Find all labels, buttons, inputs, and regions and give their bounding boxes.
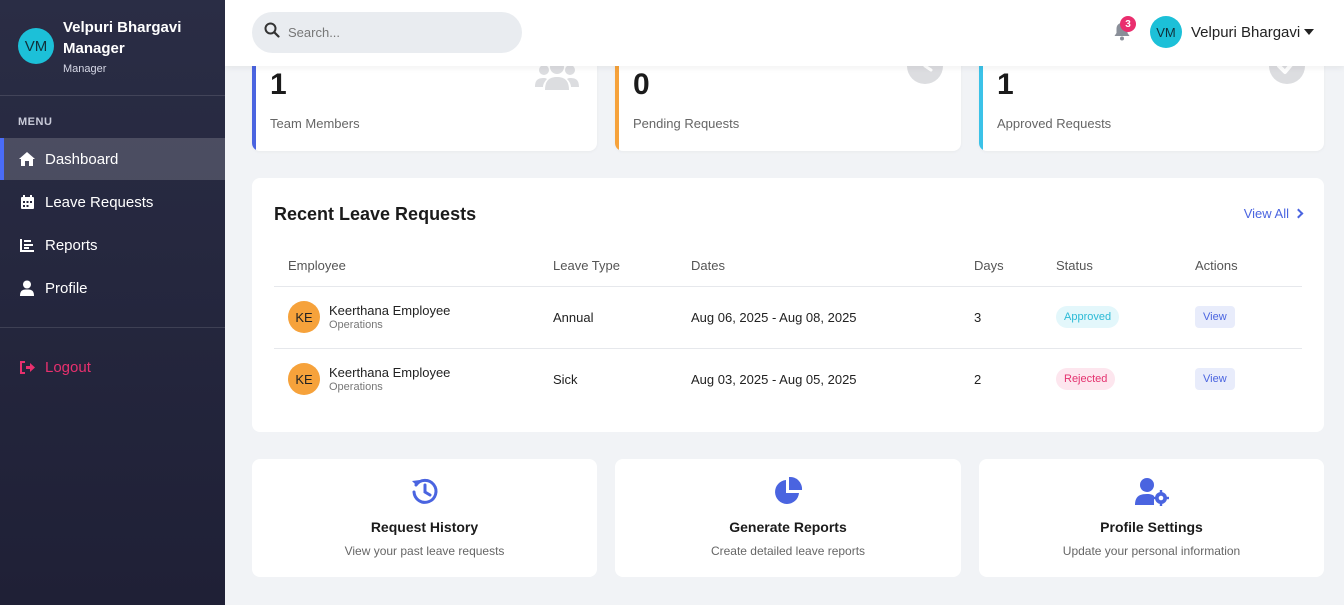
stat-value: 0 bbox=[633, 68, 650, 101]
avatar: KE bbox=[288, 301, 320, 333]
sidebar-item-label: Reports bbox=[45, 236, 98, 254]
recent-leave-requests-card: Recent Leave Requests View All Employee … bbox=[252, 178, 1324, 432]
logout-link[interactable]: Logout bbox=[0, 346, 225, 388]
status-badge: Rejected bbox=[1056, 368, 1116, 391]
view-all-link[interactable]: View All bbox=[1243, 206, 1304, 221]
quick-action-profile-settings[interactable]: Profile Settings Update your personal in… bbox=[979, 459, 1324, 577]
sidebar-user-role: Manager bbox=[63, 63, 107, 75]
leave-requests-table: Employee Leave Type Dates Days Status Ac… bbox=[274, 246, 1302, 410]
user-name: Velpuri Bhargavi bbox=[1191, 23, 1301, 41]
view-all-label: View All bbox=[1243, 206, 1289, 221]
quick-action-request-history[interactable]: Request History View your past leave req… bbox=[252, 459, 597, 577]
leave-days: 3 bbox=[974, 286, 1056, 349]
quick-action-subtitle: View your past leave requests bbox=[344, 544, 505, 558]
quick-action-title: Generate Reports bbox=[729, 519, 847, 535]
logout-label: Logout bbox=[45, 358, 91, 376]
sidebar-item-label: Profile bbox=[45, 279, 88, 297]
sidebar-item-label: Dashboard bbox=[45, 150, 119, 168]
chevron-right-icon bbox=[1293, 208, 1304, 219]
sidebar-item-dashboard[interactable]: Dashboard bbox=[0, 138, 225, 180]
table-row: KE Keerthana Employee Operations Annual … bbox=[274, 286, 1302, 349]
leave-type: Annual bbox=[553, 286, 691, 349]
quick-action-subtitle: Update your personal information bbox=[1062, 544, 1241, 558]
calendar-icon bbox=[18, 193, 36, 211]
user-cog-icon bbox=[1134, 476, 1170, 506]
avatar: VM bbox=[1150, 16, 1182, 48]
quick-action-title: Request History bbox=[370, 519, 479, 535]
menu-heading: MENU bbox=[18, 116, 53, 128]
history-icon bbox=[410, 476, 440, 506]
search-icon bbox=[264, 22, 280, 43]
quick-action-subtitle: Create detailed leave reports bbox=[710, 544, 866, 558]
view-button[interactable]: View bbox=[1195, 368, 1235, 391]
column-header: Dates bbox=[691, 246, 974, 287]
column-header: Employee bbox=[274, 246, 553, 287]
user-icon bbox=[18, 279, 36, 297]
avatar: VM bbox=[18, 28, 54, 64]
employee-cell: KE Keerthana Employee Operations bbox=[288, 363, 553, 396]
employee-department: Operations bbox=[329, 381, 383, 394]
leave-dates: Aug 03, 2025 - Aug 05, 2025 bbox=[691, 371, 857, 387]
quick-action-title: Profile Settings bbox=[1100, 519, 1203, 535]
stat-value: 1 bbox=[270, 68, 287, 101]
sidebar-divider bbox=[0, 327, 225, 328]
column-header: Status bbox=[1056, 246, 1195, 287]
sidebar-item-label: Leave Requests bbox=[45, 193, 154, 211]
employee-cell: KE Keerthana Employee Operations bbox=[288, 301, 553, 333]
view-button[interactable]: View bbox=[1195, 306, 1235, 328]
table-header-row: Employee Leave Type Dates Days Status Ac… bbox=[274, 246, 1302, 287]
sidebar-user: VM Velpuri Bhargavi Manager Manager bbox=[0, 0, 225, 96]
table-row: KE Keerthana Employee Operations Sick Au… bbox=[274, 348, 1302, 410]
topbar: 3 VM Velpuri Bhargavi bbox=[225, 0, 1344, 66]
stat-label: Approved Requests bbox=[997, 116, 1112, 131]
employee-department: Operations bbox=[329, 319, 383, 331]
stat-value: 1 bbox=[997, 68, 1014, 101]
employee-name: Keerthana Employee bbox=[329, 365, 451, 381]
leave-days: 2 bbox=[974, 371, 982, 387]
quick-action-generate-reports[interactable]: Generate Reports Create detailed leave r… bbox=[615, 459, 961, 577]
sidebar-user-name: Velpuri Bhargavi Manager bbox=[63, 19, 182, 57]
stat-label: Team Members bbox=[270, 116, 360, 131]
leave-type: Sick bbox=[553, 371, 578, 387]
logout-icon bbox=[18, 358, 36, 376]
avatar: KE bbox=[288, 363, 320, 396]
sidebar-item-profile[interactable]: Profile bbox=[0, 267, 225, 309]
sidebar-item-leave-requests[interactable]: Leave Requests bbox=[0, 181, 225, 223]
notification-badge: 3 bbox=[1120, 16, 1136, 32]
chart-icon bbox=[18, 236, 36, 254]
leave-dates: Aug 06, 2025 - Aug 08, 2025 bbox=[691, 286, 974, 349]
status-badge: Approved bbox=[1056, 306, 1120, 328]
column-header: Actions bbox=[1195, 246, 1302, 287]
pie-chart-icon bbox=[773, 476, 803, 506]
stat-label: Pending Requests bbox=[633, 116, 740, 131]
user-menu[interactable]: VM Velpuri Bhargavi bbox=[1150, 16, 1315, 48]
sidebar: VM Velpuri Bhargavi Manager Manager MENU… bbox=[0, 0, 225, 605]
column-header: Leave Type bbox=[553, 246, 691, 287]
caret-down-icon bbox=[1304, 29, 1315, 35]
employee-name: Keerthana Employee bbox=[329, 303, 451, 318]
search-box bbox=[252, 12, 522, 53]
sidebar-item-reports[interactable]: Reports bbox=[0, 224, 225, 266]
section-title: Recent Leave Requests bbox=[274, 204, 477, 224]
column-header: Days bbox=[974, 246, 1056, 287]
home-icon bbox=[18, 150, 36, 168]
search-input[interactable] bbox=[288, 25, 508, 40]
